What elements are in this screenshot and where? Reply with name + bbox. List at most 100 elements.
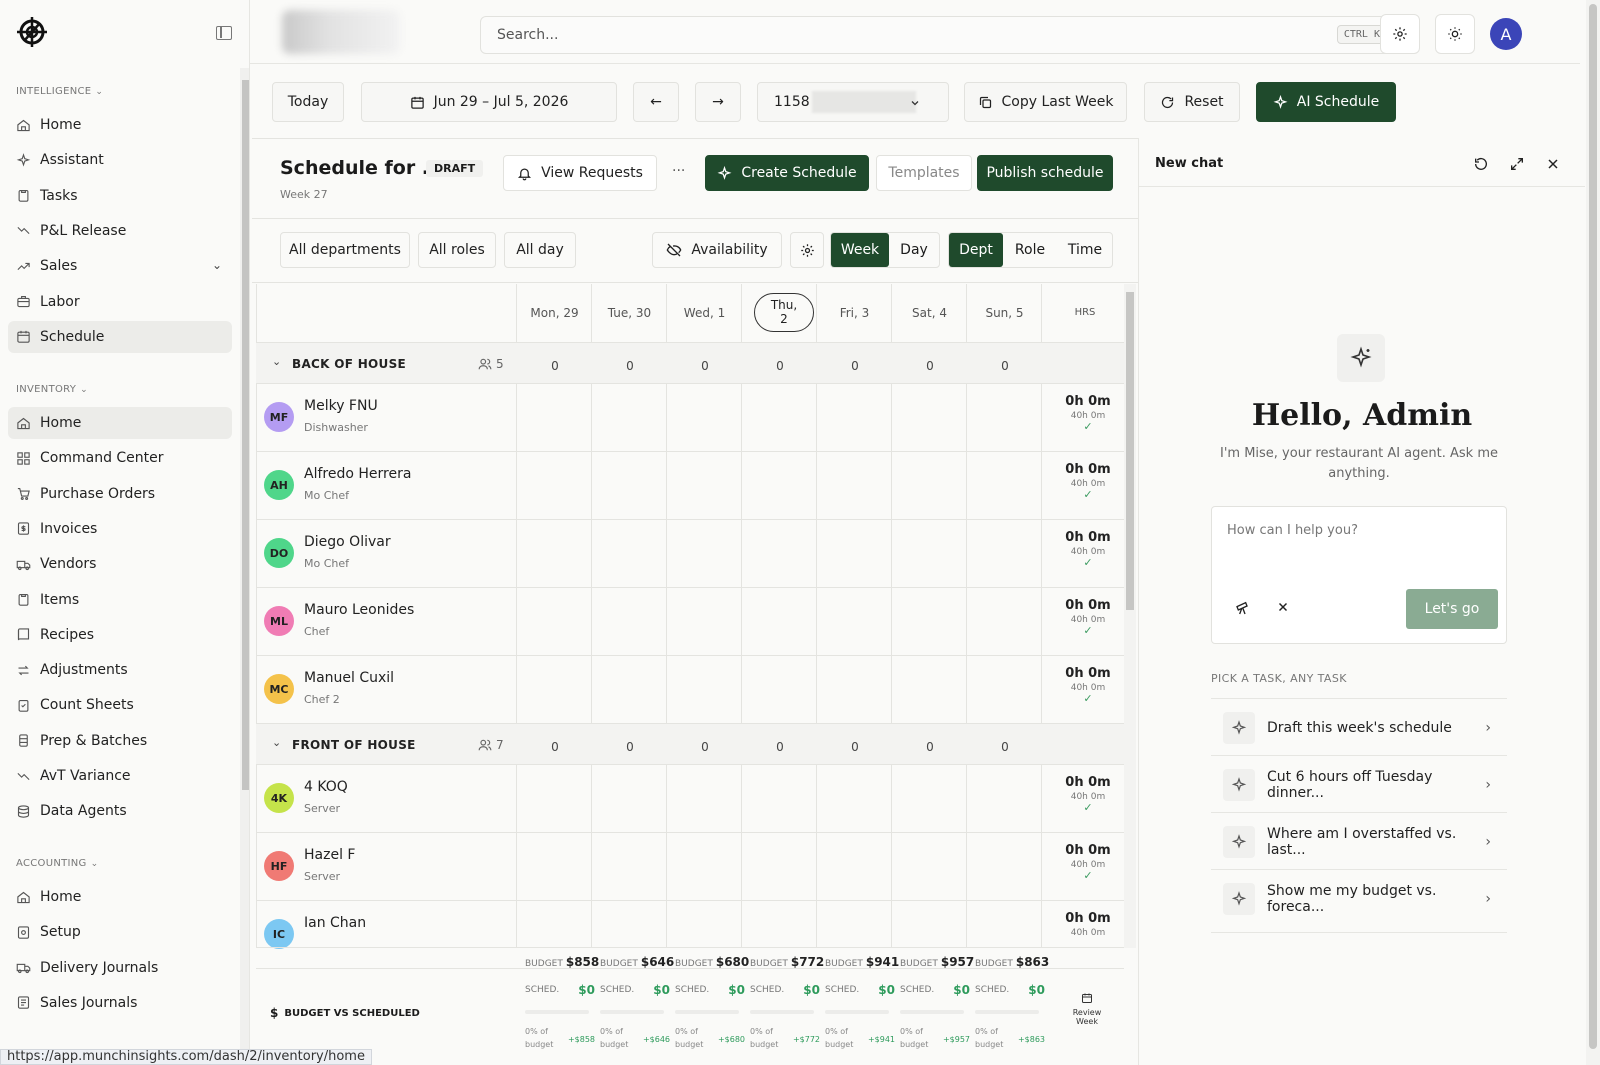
day-view-tab[interactable]: Day (889, 233, 939, 267)
shift-cell[interactable] (517, 833, 591, 900)
shift-cell[interactable] (892, 588, 966, 655)
clear-icon[interactable] (1276, 600, 1290, 614)
time-group-tab[interactable]: Time (1057, 233, 1113, 267)
shift-cell[interactable] (667, 765, 741, 832)
view-requests-button[interactable]: View Requests (503, 155, 657, 191)
shift-cell[interactable] (742, 901, 816, 946)
more-options-button[interactable]: ··· (672, 163, 685, 179)
section-intelligence[interactable]: INTELLIGENCE ⌄ (16, 86, 103, 97)
sidebar-item-home[interactable]: Home (8, 881, 232, 913)
telescope-icon[interactable] (1235, 600, 1251, 616)
chevron-down-icon[interactable]: ⌄ (212, 258, 222, 272)
date-range-picker[interactable]: Jun 29 – Jul 5, 2026 (361, 82, 617, 122)
sidebar-item-sales[interactable]: Sales ⌄ (8, 250, 232, 282)
employee-name[interactable]: Mauro Leonides (304, 602, 414, 618)
sidebar-item-setup[interactable]: Setup (8, 916, 232, 948)
chevron-down-icon[interactable]: ⌄ (272, 355, 281, 368)
shift-cell[interactable] (742, 384, 816, 451)
shift-cell[interactable] (742, 588, 816, 655)
roles-filter[interactable]: All roles (418, 232, 496, 268)
sidebar-item-adjustments[interactable]: Adjustments (8, 654, 232, 686)
shift-cell[interactable] (667, 833, 741, 900)
shift-cell[interactable] (742, 833, 816, 900)
shift-cell[interactable] (517, 656, 591, 723)
shift-cell[interactable] (742, 452, 816, 519)
settings-button[interactable] (1380, 14, 1420, 54)
shift-cell[interactable] (517, 901, 591, 946)
shift-cell[interactable] (817, 901, 891, 946)
user-avatar[interactable]: A (1490, 18, 1522, 50)
shift-cell[interactable] (817, 765, 891, 832)
task-suggestion[interactable]: Where am I overstaffed vs. last... › (1211, 812, 1507, 870)
section-accounting[interactable]: ACCOUNTING ⌄ (16, 858, 98, 869)
shift-cell[interactable] (592, 765, 666, 832)
theme-toggle-button[interactable] (1435, 14, 1475, 54)
employee-name[interactable]: Melky FNU (304, 398, 378, 414)
shift-cell[interactable] (517, 452, 591, 519)
day-header[interactable]: Fri, 3 (817, 306, 892, 320)
shift-cell[interactable] (817, 452, 891, 519)
lets-go-button[interactable]: Let's go (1406, 589, 1498, 629)
day-header-today[interactable]: Thu, 2 (754, 293, 814, 332)
shift-cell[interactable] (967, 901, 1041, 946)
shift-cell[interactable] (592, 520, 666, 587)
sidebar-item-sales-journals[interactable]: Sales Journals (8, 987, 232, 1019)
shift-cell[interactable] (967, 833, 1041, 900)
create-schedule-button[interactable]: Create Schedule (705, 155, 869, 191)
shift-cell[interactable] (667, 520, 741, 587)
shift-cell[interactable] (817, 384, 891, 451)
week-view-tab[interactable]: Week (831, 233, 889, 267)
employee-name[interactable]: Alfredo Herrera (304, 466, 411, 482)
shift-cell[interactable] (967, 588, 1041, 655)
shift-cell[interactable] (967, 765, 1041, 832)
chat-input[interactable]: How can I help you? (1227, 523, 1358, 538)
shift-cell[interactable] (817, 520, 891, 587)
employee-name[interactable]: 4 KOQ (304, 779, 348, 795)
sidebar-item-home[interactable]: Home (8, 109, 232, 141)
day-header[interactable]: Tue, 30 (592, 306, 667, 320)
role-group-tab[interactable]: Role (1003, 233, 1057, 267)
shift-cell[interactable] (667, 901, 741, 946)
schedule-settings-button[interactable] (790, 232, 824, 268)
sidebar-item-home[interactable]: Home (8, 407, 232, 439)
employee-name[interactable]: Ian Chan (304, 915, 366, 931)
sidebar-item-count-sheets[interactable]: Count Sheets (8, 689, 232, 721)
sidebar-item-data-agents[interactable]: Data Agents (8, 795, 232, 827)
sidebar-item-tasks[interactable]: Tasks (8, 180, 232, 212)
shift-cell[interactable] (667, 384, 741, 451)
departments-filter[interactable]: All departments (280, 232, 410, 268)
copy-last-week-button[interactable]: Copy Last Week (964, 82, 1127, 122)
shift-cell[interactable] (817, 833, 891, 900)
expand-icon[interactable] (1509, 156, 1525, 172)
dept-group-tab[interactable]: Dept (949, 233, 1003, 267)
templates-button[interactable]: Templates (876, 155, 972, 191)
shift-cell[interactable] (517, 765, 591, 832)
review-week-button[interactable]: Review Week (1060, 992, 1114, 1026)
task-suggestion[interactable]: Show me my budget vs. foreca... › (1211, 869, 1507, 927)
shift-cell[interactable] (967, 656, 1041, 723)
availability-toggle[interactable]: Availability (652, 232, 782, 268)
section-inventory[interactable]: INVENTORY ⌄ (16, 384, 88, 395)
sidebar-item-vendors[interactable]: Vendors (8, 548, 232, 580)
publish-schedule-button[interactable]: Publish schedule (977, 155, 1113, 191)
sidebar-item-delivery-journals[interactable]: Delivery Journals (8, 952, 232, 984)
shift-cell[interactable] (817, 588, 891, 655)
sidebar-item-avt-variance[interactable]: AvT Variance (8, 760, 232, 792)
day-header[interactable]: Mon, 29 (517, 306, 592, 320)
shift-cell[interactable] (592, 833, 666, 900)
day-header[interactable]: Wed, 1 (667, 306, 742, 320)
task-suggestion[interactable]: Cut 6 hours off Tuesday dinner... › (1211, 755, 1507, 813)
shift-cell[interactable] (817, 656, 891, 723)
page-scrollbar[interactable] (1586, 0, 1600, 1065)
next-week-button[interactable]: → (695, 82, 741, 122)
sidebar-item-p-l-release[interactable]: P&L Release (8, 215, 232, 247)
sidebar-item-invoices[interactable]: Invoices (8, 513, 232, 545)
today-button[interactable]: Today (272, 82, 344, 122)
shift-cell[interactable] (592, 656, 666, 723)
shift-cell[interactable] (592, 452, 666, 519)
shift-cell[interactable] (892, 901, 966, 946)
shift-cell[interactable] (892, 765, 966, 832)
prev-week-button[interactable]: ← (633, 82, 679, 122)
reset-button[interactable]: Reset (1144, 82, 1240, 122)
sidebar-item-labor[interactable]: Labor (8, 286, 232, 318)
